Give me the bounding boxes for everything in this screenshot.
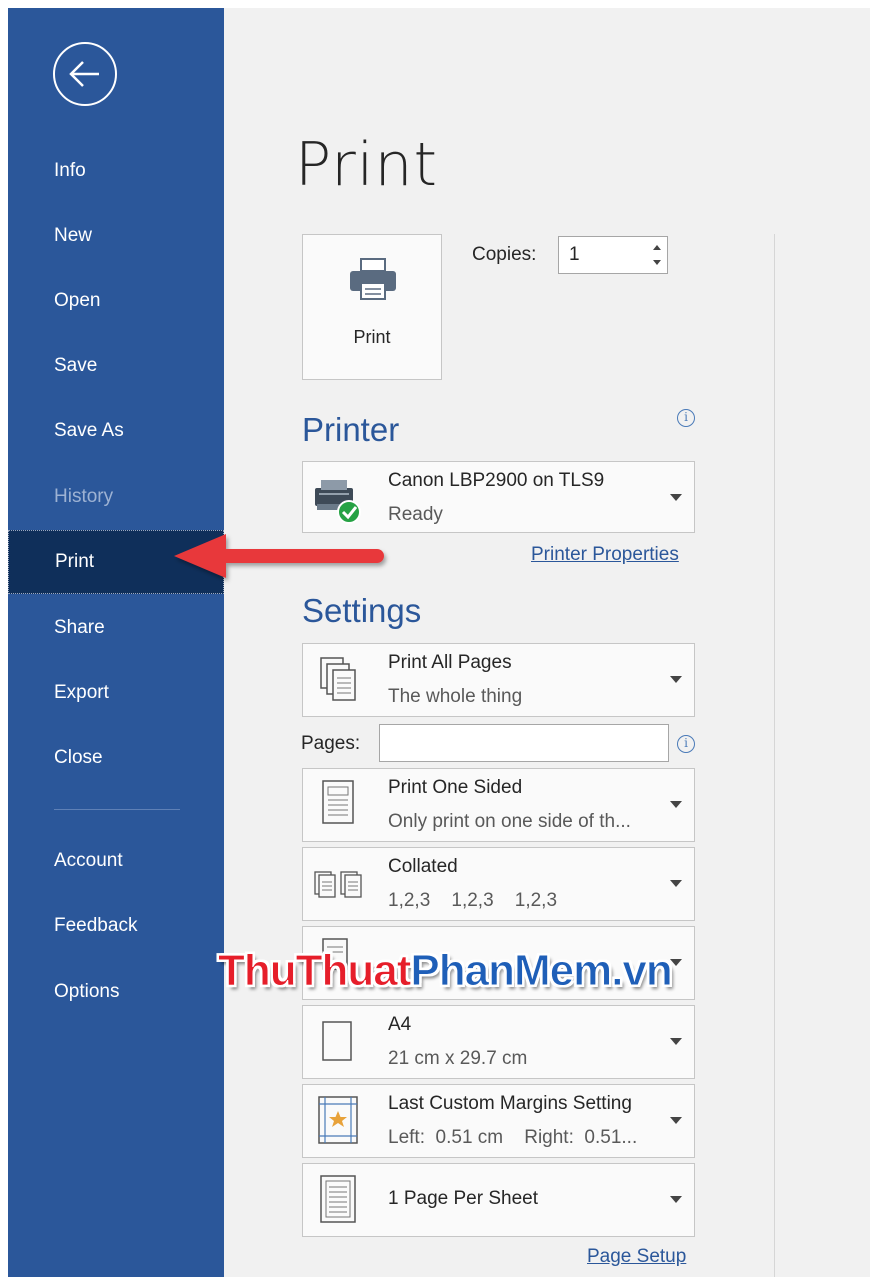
one-sided-icon — [322, 780, 354, 824]
collated-icon — [314, 871, 362, 898]
sidebar-item-close[interactable]: Close — [8, 738, 224, 778]
margins-title: Last Custom Margins Setting — [388, 1093, 632, 1114]
chevron-down-icon — [670, 1196, 682, 1203]
pages-info-icon[interactable]: i — [677, 735, 695, 753]
margins-subtitle: Left: 0.51 cm Right: 0.51... — [388, 1127, 638, 1148]
printer-info-icon[interactable]: i — [677, 409, 695, 427]
chevron-down-icon — [670, 1038, 682, 1045]
red-pointer-arrow-icon — [174, 534, 384, 578]
collation-title: Collated — [388, 856, 458, 877]
printer-properties-link[interactable]: Printer Properties — [531, 544, 679, 566]
printer-name: Canon LBP2900 on TLS9 — [388, 470, 605, 491]
sidebar-item-options[interactable]: Options — [8, 972, 224, 1012]
sidebar-item-info[interactable]: Info — [8, 151, 224, 191]
paper-size-dropdown[interactable]: A4 21 cm x 29.7 cm — [302, 1005, 695, 1079]
column-divider — [774, 234, 775, 1277]
sidebar-item-feedback[interactable]: Feedback — [8, 906, 224, 946]
sidebar-item-account[interactable]: Account — [8, 841, 224, 881]
sides-dropdown[interactable]: Print One Sided Only print on one side o… — [302, 768, 695, 842]
collation-dropdown[interactable]: Collated 1,2,3 1,2,3 1,2,3 — [302, 847, 695, 921]
backstage-sidebar: Info New Open Save Save As History Print… — [8, 8, 224, 1277]
paper-size-icon — [322, 1021, 352, 1061]
printer-status: Ready — [388, 504, 443, 525]
margins-icon — [318, 1096, 358, 1144]
page-title: Print — [295, 130, 439, 200]
backstage-window: Info New Open Save Save As History Print… — [8, 8, 870, 1277]
sides-title: Print One Sided — [388, 777, 523, 798]
pages-per-sheet-icon — [320, 1175, 356, 1223]
back-button[interactable] — [53, 42, 117, 106]
copies-value: 1 — [569, 244, 580, 265]
sidebar-divider — [54, 809, 180, 810]
chevron-down-icon — [670, 1117, 682, 1124]
sidebar-item-save[interactable]: Save — [8, 346, 224, 386]
printer-icon — [350, 258, 396, 300]
pages-input[interactable] — [379, 724, 669, 762]
paper-size-subtitle: 21 cm x 29.7 cm — [388, 1048, 528, 1069]
printer-heading: Printer — [302, 411, 400, 448]
sidebar-item-open[interactable]: Open — [8, 281, 224, 321]
sidebar-item-history: History — [54, 486, 114, 507]
pages-per-sheet-title: 1 Page Per Sheet — [388, 1188, 538, 1209]
watermark-part1: ThuThuat — [217, 946, 411, 996]
sidebar-item-export[interactable]: Export — [8, 673, 224, 713]
watermark-part2: PhanMem.vn — [410, 946, 673, 996]
pages-per-sheet-dropdown[interactable]: 1 Page Per Sheet — [302, 1163, 695, 1237]
printer-dropdown[interactable]: Canon LBP2900 on TLS9 Ready — [302, 461, 695, 533]
back-arrow-icon — [69, 61, 99, 87]
chevron-down-icon — [670, 676, 682, 683]
chevron-down-icon — [670, 801, 682, 808]
copies-label: Copies: — [472, 244, 537, 265]
copies-spinner-icon[interactable] — [651, 241, 663, 269]
margins-dropdown[interactable]: Last Custom Margins Setting Left: 0.51 c… — [302, 1084, 695, 1158]
sidebar-item-share[interactable]: Share — [8, 608, 224, 648]
printer-ready-icon — [315, 480, 361, 524]
chevron-down-icon — [670, 494, 682, 501]
page-setup-link[interactable]: Page Setup — [587, 1246, 686, 1268]
sides-subtitle: Only print on one side of th... — [388, 811, 631, 832]
watermark-logo: ThuThuatPhanMem.vn — [217, 946, 673, 996]
settings-heading: Settings — [302, 592, 422, 629]
print-range-title: Print All Pages — [388, 652, 512, 673]
pages-label: Pages: — [301, 733, 361, 754]
print-range-subtitle: The whole thing — [388, 686, 523, 707]
sidebar-item-new[interactable]: New — [8, 216, 224, 256]
print-button[interactable]: Print — [302, 234, 442, 380]
copies-input[interactable]: 1 — [558, 236, 668, 274]
pages-stack-icon — [320, 657, 356, 701]
print-range-dropdown[interactable]: Print All Pages The whole thing — [302, 643, 695, 717]
chevron-down-icon — [670, 880, 682, 887]
collation-subtitle: 1,2,3 1,2,3 1,2,3 — [388, 890, 558, 911]
print-button-label: Print — [353, 327, 391, 347]
sidebar-item-save-as[interactable]: Save As — [8, 411, 224, 451]
paper-size-title: A4 — [388, 1014, 412, 1035]
